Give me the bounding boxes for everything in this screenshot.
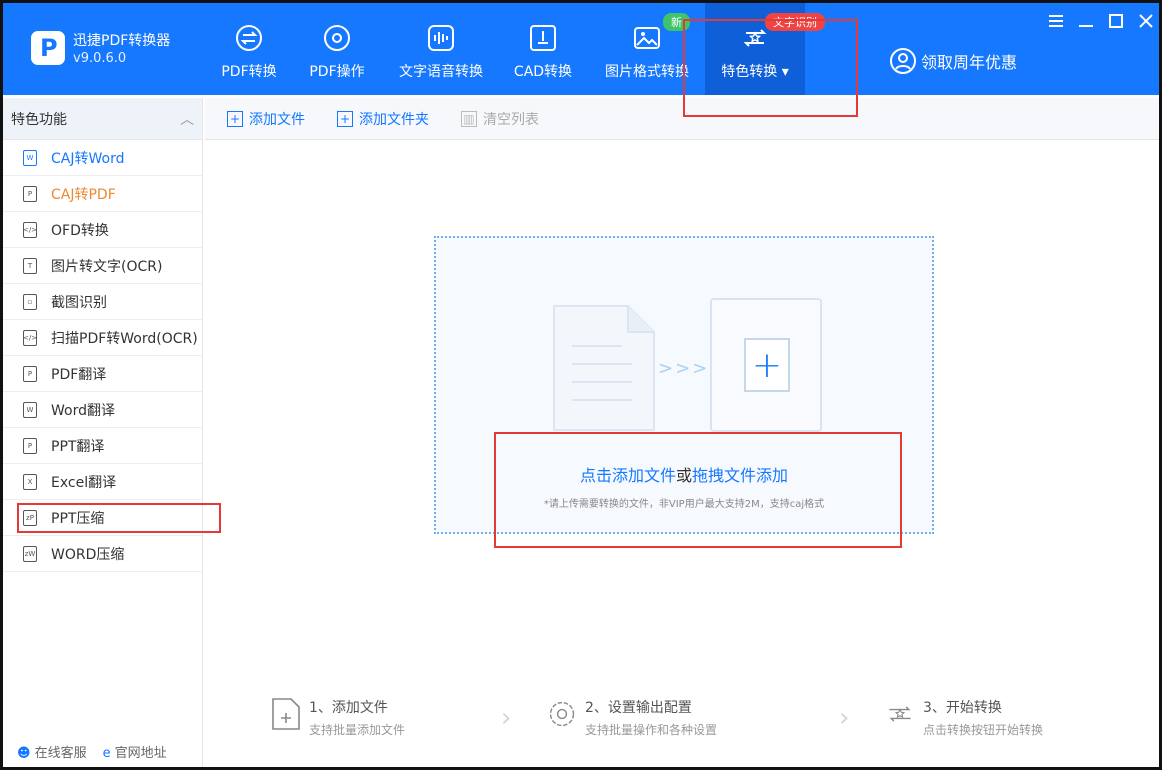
voice-wave-icon bbox=[426, 23, 456, 53]
nav-label: CAD转换 bbox=[513, 64, 573, 80]
add-file-icon: + bbox=[227, 110, 243, 127]
new-badge: 新 bbox=[663, 13, 690, 31]
add-target-box[interactable]: + bbox=[710, 298, 822, 432]
word-doc-icon: W bbox=[23, 401, 37, 418]
pdf-convert-icon bbox=[234, 23, 264, 53]
website-link[interactable]: e 官网地址 bbox=[103, 742, 167, 761]
app-window: P 迅捷PDF转换器 v9.0.6.0 PDF转换 PDF操作 文字语音转换 C… bbox=[0, 0, 1162, 770]
chevron-up-icon[interactable]: ︿ bbox=[180, 109, 194, 129]
step-add-file: 1、添加文件 支持批量添加文件 bbox=[271, 697, 405, 738]
step-start-convert: 3、开始转换 点击转换按钮开始转换 bbox=[885, 697, 1043, 738]
close-icon[interactable] bbox=[1136, 11, 1156, 31]
step-output-config: 2、设置输出配置 支持批量操作和各种设置 bbox=[547, 697, 717, 738]
add-folder-button[interactable]: + 添加文件夹 bbox=[337, 109, 429, 129]
pdf-settings-icon bbox=[322, 23, 352, 53]
text-icon: T bbox=[23, 257, 37, 274]
pdf-doc-icon: P bbox=[23, 185, 37, 202]
sidebar-item-scan-pdf-word[interactable]: </> 扫描PDF转Word(OCR) bbox=[3, 320, 202, 356]
add-folder-icon: + bbox=[337, 110, 353, 127]
pdf-doc-icon: P bbox=[23, 365, 37, 382]
nav-cad-convert[interactable]: CAD转换 bbox=[509, 3, 577, 95]
ocr-badge: 文字识别 bbox=[765, 13, 825, 31]
app-name: 迅捷PDF转换器 bbox=[73, 33, 171, 49]
drag-add-file-text: 拖拽文件添加 bbox=[692, 466, 789, 485]
sidebar-item-caj-to-word[interactable]: W CAJ转Word bbox=[3, 140, 202, 176]
sidebar-item-image-ocr[interactable]: T 图片转文字(OCR) bbox=[3, 248, 202, 284]
word-doc-icon: W bbox=[23, 149, 37, 166]
sidebar-item-screenshot-ocr[interactable]: ▫ 截图识别 bbox=[3, 284, 202, 320]
add-file-button[interactable]: + 添加文件 bbox=[227, 109, 305, 129]
menu-icon[interactable] bbox=[1046, 11, 1066, 31]
app-version: v9.0.6.0 bbox=[73, 51, 127, 66]
app-logo: P bbox=[31, 31, 65, 65]
nav-pdf-ops[interactable]: PDF操作 bbox=[303, 3, 371, 95]
excel-doc-icon: X bbox=[23, 473, 37, 490]
sidebar-item-word-compress[interactable]: zW WORD压缩 bbox=[3, 536, 202, 572]
support-agent-icon: ☻ bbox=[17, 745, 31, 761]
online-support-link[interactable]: ☻ 在线客服 bbox=[17, 742, 87, 761]
minimize-icon[interactable] bbox=[1076, 11, 1096, 31]
ppt-doc-icon: P bbox=[23, 437, 37, 454]
upload-hint: *请上传需要转换的文件，非VIP用户最大支持2M，支持caj格式 bbox=[543, 499, 825, 510]
nav-text-voice[interactable]: 文字语音转换 bbox=[395, 3, 487, 95]
file-drop-zone[interactable]: >>> + 点击添加文件或拖拽文件添加 *请上传需要转换的文件，非VIP用户最大… bbox=[434, 236, 934, 534]
nav-label: PDF转换 bbox=[221, 64, 277, 80]
anniversary-promo[interactable]: 领取周年优惠 bbox=[889, 47, 1017, 75]
sidebar-item-ppt-compress[interactable]: zP PPT压缩 bbox=[3, 500, 202, 536]
star-refresh-icon bbox=[889, 706, 911, 722]
sidebar-header[interactable]: 特色功能 ︿ bbox=[3, 98, 202, 140]
sidebar-footer: ☻ 在线客服 e 官网地址 bbox=[3, 734, 203, 767]
maximize-icon[interactable] bbox=[1106, 11, 1126, 31]
top-header: P 迅捷PDF转换器 v9.0.6.0 PDF转换 PDF操作 文字语音转换 C… bbox=[3, 3, 1159, 95]
nav-pdf-convert[interactable]: PDF转换 bbox=[215, 3, 283, 95]
code-doc-icon: </> bbox=[23, 221, 37, 238]
user-icon bbox=[889, 47, 917, 75]
arrow-chevrons-icon: >>> bbox=[658, 358, 710, 379]
nav-label: PDF操作 bbox=[309, 64, 365, 80]
plus-icon: + bbox=[744, 338, 790, 392]
nav-label: 文字语音转换 bbox=[399, 64, 483, 80]
sidebar-item-word-translate[interactable]: W Word翻译 bbox=[3, 392, 202, 428]
add-file-step-icon bbox=[272, 698, 300, 730]
image-icon bbox=[632, 23, 662, 53]
nav-label: 特色转换 ▾ bbox=[721, 64, 789, 80]
step-chevron-icon: › bbox=[501, 703, 512, 733]
ppt-compress-icon: zP bbox=[23, 509, 37, 526]
scan-doc-icon: ▫ bbox=[23, 293, 37, 310]
trash-icon: ▥ bbox=[461, 110, 477, 127]
promo-label: 领取周年优惠 bbox=[921, 53, 1018, 72]
code-doc-icon: </> bbox=[23, 329, 37, 346]
clear-list-button[interactable]: ▥ 清空列表 bbox=[461, 109, 539, 129]
toolbar: + 添加文件 + 添加文件夹 ▥ 清空列表 bbox=[205, 98, 1159, 140]
gear-icon bbox=[549, 701, 575, 727]
word-compress-icon: zW bbox=[23, 545, 37, 562]
sidebar-item-pdf-translate[interactable]: P PDF翻译 bbox=[3, 356, 202, 392]
cad-icon bbox=[528, 23, 558, 53]
sidebar-item-excel-translate[interactable]: X Excel翻译 bbox=[3, 464, 202, 500]
sidebar-title: 特色功能 bbox=[11, 111, 67, 128]
document-placeholder-icon bbox=[553, 305, 655, 431]
sidebar-item-ofd[interactable]: </> OFD转换 bbox=[3, 212, 202, 248]
sidebar: 特色功能 ︿ W CAJ转Word P CAJ转PDF </> OFD转换 T 图片转文… bbox=[3, 98, 203, 767]
step-chevron-icon: › bbox=[839, 703, 850, 733]
sidebar-item-caj-to-pdf[interactable]: P CAJ转PDF bbox=[3, 176, 202, 212]
sidebar-item-ppt-translate[interactable]: P PPT翻译 bbox=[3, 428, 202, 464]
nav-label: 图片格式转换 bbox=[605, 64, 689, 80]
dropdown-caret-icon: ▾ bbox=[781, 64, 789, 80]
dropzone-instruction: 点击添加文件或拖拽文件添加 bbox=[579, 466, 789, 485]
click-add-file-link[interactable]: 点击添加文件 bbox=[580, 466, 676, 485]
browser-icon: e bbox=[102, 745, 111, 761]
